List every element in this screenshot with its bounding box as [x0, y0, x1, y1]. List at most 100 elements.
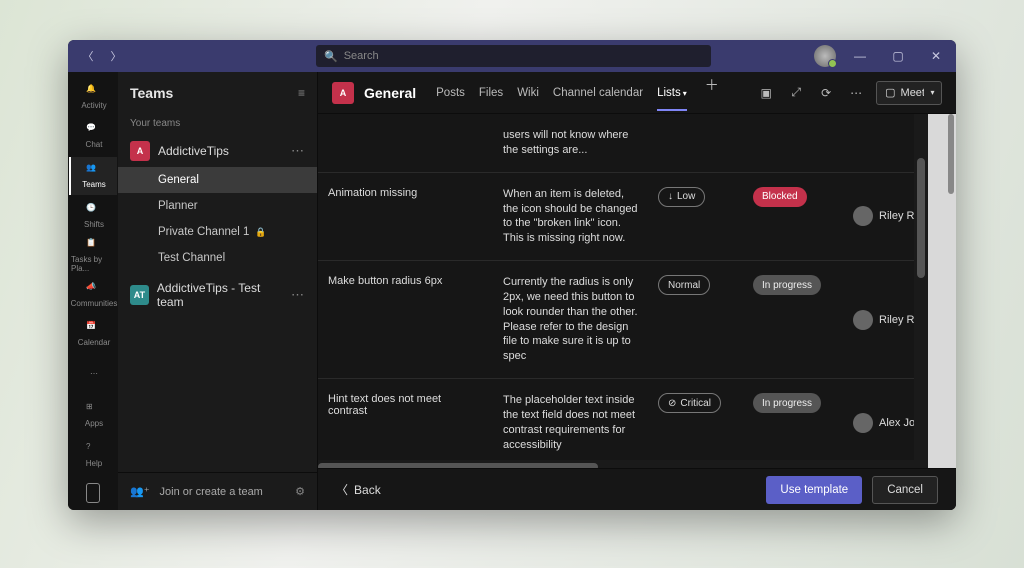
team-more-button[interactable]: ⋯ [291, 287, 305, 303]
critical-icon: ⊘ [668, 398, 676, 409]
list-row[interactable]: users will not know where the settings a… [318, 114, 914, 173]
template-footer: 〈Back Use template Cancel [318, 468, 956, 510]
row-description: The placeholder text inside the text fie… [493, 389, 648, 456]
join-create-team[interactable]: 👥⁺ Join or create a team ⚙ [118, 472, 317, 510]
row-title[interactable]: Hint text does not meet contrast [318, 389, 493, 456]
search-box[interactable]: 🔍 Search [316, 45, 711, 67]
tab-lists[interactable]: Lists▾ [657, 75, 687, 111]
nav-forward-button[interactable]: 〉 [104, 44, 128, 68]
apps-icon: ⊞ [86, 402, 102, 418]
main-area: A General Posts Files Wiki Channel calen… [318, 72, 956, 510]
calendar-icon: 📅 [86, 321, 102, 337]
priority-pill[interactable]: ↓Low [658, 187, 705, 207]
maximize-button[interactable]: ▢ [884, 42, 912, 70]
chat-icon: 💬 [86, 123, 102, 139]
meet-split-button[interactable]: ▾ [924, 81, 942, 105]
rail-shifts[interactable]: 🕒Shifts [69, 197, 117, 235]
status-pill[interactable]: In progress [753, 393, 821, 413]
tab-settings-button[interactable]: ▣ [756, 86, 776, 100]
more-button[interactable]: ⋯ [846, 86, 866, 100]
channel-tabs: Posts Files Wiki Channel calendar Lists▾… [436, 75, 723, 111]
team-row-addictivetips[interactable]: A AddictiveTips ⋯ [118, 135, 317, 167]
sidebar-title: Teams [130, 85, 173, 101]
expand-button[interactable]: ⤢ [786, 85, 806, 100]
list-content: users will not know where the settings a… [318, 114, 914, 468]
assignee-avatar [853, 413, 873, 433]
vertical-scrollbar[interactable] [914, 114, 928, 468]
bell-icon: 🔔 [86, 84, 102, 100]
teams-sidebar: Teams ≡ Your teams A AddictiveTips ⋯ Gen… [118, 72, 318, 510]
close-button[interactable]: ✕ [922, 42, 950, 70]
help-icon: ? [86, 442, 102, 458]
row-description: When an item is deleted, the icon should… [493, 183, 648, 250]
presence-indicator [828, 59, 837, 68]
channel-private1[interactable]: Private Channel 1🔒 [118, 219, 317, 245]
list-row[interactable]: Make button radius 6px Currently the rad… [318, 261, 914, 379]
user-avatar[interactable] [814, 45, 836, 67]
team-avatar: A [130, 141, 150, 161]
add-tab-button[interactable]: ＋ [701, 75, 723, 111]
rail-chat[interactable]: 💬Chat [69, 118, 117, 156]
video-icon: ▢ [885, 86, 895, 99]
list-row[interactable]: Animation missing When an item is delete… [318, 173, 914, 261]
rail-calendar[interactable]: 📅Calendar [69, 315, 117, 353]
assignee-name: Riley Ran [879, 210, 914, 222]
teams-icon: 👥 [86, 163, 102, 179]
row-description: users will not know where the settings a… [493, 124, 648, 162]
row-title[interactable]: Animation missing [318, 183, 493, 250]
rail-teams[interactable]: 👥Teams [69, 157, 117, 195]
cancel-button[interactable]: Cancel [872, 476, 938, 504]
rail-tasks[interactable]: 📋Tasks by Pla... [69, 236, 117, 274]
status-pill[interactable]: Blocked [753, 187, 807, 207]
device-icon [86, 483, 100, 503]
rail-help[interactable]: ?Help [69, 436, 117, 474]
status-pill[interactable]: In progress [753, 275, 821, 295]
use-template-button[interactable]: Use template [766, 476, 862, 504]
filter-icon[interactable]: ≡ [298, 86, 305, 100]
your-teams-label: Your teams [118, 114, 317, 135]
nav-back-button[interactable]: 〈 [76, 44, 100, 68]
arrow-down-icon: ↓ [668, 191, 673, 202]
outer-scrollbar[interactable] [946, 114, 956, 468]
tab-wiki[interactable]: Wiki [517, 75, 539, 111]
more-icon: ⋯ [90, 369, 98, 378]
list-row[interactable]: Hint text does not meet contrast The pla… [318, 379, 914, 460]
priority-pill[interactable]: Normal [658, 275, 710, 295]
search-icon: 🔍 [324, 50, 338, 63]
team-more-button[interactable]: ⋯ [291, 143, 305, 159]
team-name: AddictiveTips [158, 144, 229, 158]
team-row-testteam[interactable]: AT AddictiveTips - Test team ⋯ [118, 279, 317, 311]
rail-device[interactable] [69, 476, 117, 510]
team-name: AddictiveTips - Test team [157, 281, 283, 309]
rail-activity[interactable]: 🔔Activity [69, 78, 117, 116]
lock-icon: 🔒 [255, 227, 266, 238]
pane-divider [928, 114, 946, 468]
channel-name: General [364, 85, 416, 101]
assignee-avatar [853, 206, 873, 226]
priority-pill[interactable]: ⊘Critical [658, 393, 721, 413]
assignee-name: Alex John [879, 417, 914, 429]
shifts-icon: 🕒 [86, 203, 102, 219]
join-icon: 👥⁺ [130, 485, 150, 498]
rail-communities[interactable]: 📣Communities [69, 276, 117, 314]
minimize-button[interactable]: — [846, 42, 874, 70]
channel-general[interactable]: General [118, 167, 317, 193]
tab-files[interactable]: Files [479, 75, 503, 111]
channel-planner[interactable]: Planner [118, 193, 317, 219]
rail-more[interactable]: ⋯ [69, 355, 117, 393]
search-placeholder: Search [344, 50, 379, 62]
assignee-avatar [853, 310, 873, 330]
back-button[interactable]: 〈Back [336, 481, 381, 498]
chevron-left-icon: 〈 [336, 481, 348, 498]
tab-posts[interactable]: Posts [436, 75, 465, 111]
row-title[interactable]: Make button radius 6px [318, 271, 493, 368]
channel-avatar: A [332, 82, 354, 104]
rail-apps[interactable]: ⊞Apps [69, 397, 117, 435]
tab-channel-calendar[interactable]: Channel calendar [553, 75, 643, 111]
app-window: 〈 〉 🔍 Search — ▢ ✕ 🔔Activity 💬Chat 👥Team… [68, 40, 956, 510]
channel-test[interactable]: Test Channel [118, 245, 317, 271]
horizontal-scrollbar[interactable] [318, 460, 914, 468]
refresh-button[interactable]: ⟳ [816, 86, 836, 100]
gear-icon[interactable]: ⚙ [295, 485, 305, 498]
titlebar: 〈 〉 🔍 Search — ▢ ✕ [68, 40, 956, 72]
